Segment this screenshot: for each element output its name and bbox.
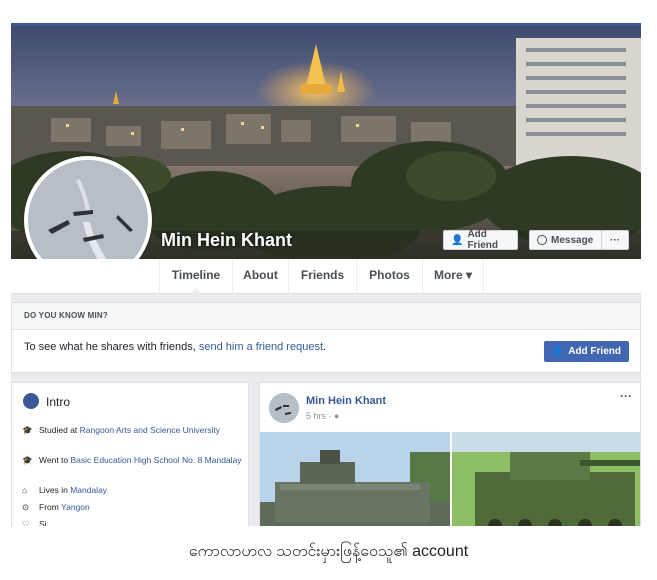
more-options-button[interactable]: ··· (601, 230, 629, 250)
graduation-cap-icon: 🎓 (22, 425, 33, 435)
intro-item-prefix: Si (39, 519, 47, 526)
intro-item-prefix: Lives in (39, 485, 71, 495)
post-options-icon[interactable]: ··· (620, 389, 632, 403)
intro-card: Intro 🎓 Studied at Rangoon Arts and Scie… (11, 382, 249, 526)
add-friend-button[interactable]: 👤 Add Friend (443, 229, 518, 251)
post-author[interactable]: Min Hein Khant (306, 395, 386, 407)
know-text-prefix: To see what he shares with friends, (24, 341, 199, 353)
jets-thumb-image (269, 393, 299, 423)
intro-item-prefix: Went to (39, 455, 71, 465)
intro-item-prefix: From (39, 502, 62, 512)
messenger-icon (537, 235, 547, 245)
more-dots-icon: ··· (610, 234, 620, 246)
message-button[interactable]: Message (529, 230, 603, 250)
image-caption: ကောလာဟလ သတင်းမှားဖြန့်ဝေသူ၏ account (188, 543, 469, 560)
know-card-text: To see what he shares with friends, send… (24, 341, 326, 353)
post-images[interactable] (260, 432, 641, 526)
intro-item-education: 🎓 Studied at Rangoon Arts and Science Un… (22, 425, 242, 436)
intro-item-lives-in: ⌂ Lives in Mandalay (22, 485, 242, 496)
location-pin-icon: ⊙ (22, 502, 30, 512)
post-timestamp[interactable]: 5 hrs · ● (306, 411, 339, 421)
globe-small-icon: ● (334, 411, 340, 421)
tab-about[interactable]: About (232, 259, 288, 293)
intro-title: Intro (46, 395, 71, 409)
cover-photo[interactable]: Min Hein Khant 👤 Add Friend Message ··· (11, 26, 641, 259)
know-card-heading: DO YOU KNOW MIN? (12, 303, 640, 330)
post-time-text: 5 hrs · (306, 411, 335, 421)
profile-nav: Timeline About Friends Photos More ▾ (11, 259, 641, 294)
intro-item-from: ⊙ From Yangon (22, 502, 242, 513)
heart-icon: ♡ (22, 519, 30, 526)
do-you-know-card: DO YOU KNOW MIN? To see what he shares w… (11, 302, 641, 373)
add-friend-icon: 👤 (551, 346, 565, 357)
post-avatar[interactable] (269, 393, 299, 423)
graduation-cap-icon: 🎓 (22, 455, 33, 465)
post-card: Min Hein Khant 5 hrs · ● ··· (259, 382, 641, 526)
school-link[interactable]: Rangoon Arts and Science University (80, 425, 220, 435)
message-label: Message (551, 234, 594, 246)
facebook-profile-page: Min Hein Khant 👤 Add Friend Message ··· … (11, 23, 641, 526)
intro-item-prefix: Studied at (39, 425, 80, 435)
tab-friends[interactable]: Friends (288, 259, 356, 293)
lives-in-link[interactable]: Mandalay (70, 485, 107, 495)
tab-more[interactable]: More ▾ (422, 259, 484, 293)
add-friend-icon: 👤 (451, 234, 464, 246)
intro-item-partial: ♡ Si (22, 519, 242, 526)
profile-name[interactable]: Min Hein Khant (161, 230, 292, 251)
globe-icon (23, 393, 39, 409)
tab-photos[interactable]: Photos (356, 259, 422, 293)
tab-timeline[interactable]: Timeline (159, 259, 232, 294)
send-friend-request-link[interactable]: send him a friend request (199, 341, 323, 353)
add-friend-button-secondary[interactable]: 👤 Add Friend (543, 341, 629, 362)
from-link[interactable]: Yangon (61, 502, 90, 512)
highschool-link[interactable]: Basic Education High School No. 8 Mandal… (71, 455, 242, 465)
know-text-suffix: . (323, 341, 327, 353)
home-icon: ⌂ (22, 485, 28, 495)
add-friend-label: Add Friend (568, 346, 621, 357)
add-friend-label: Add Friend (467, 229, 499, 251)
intro-item-highschool: 🎓 Went to Basic Education High School No… (22, 455, 242, 466)
jets-image (28, 160, 148, 259)
